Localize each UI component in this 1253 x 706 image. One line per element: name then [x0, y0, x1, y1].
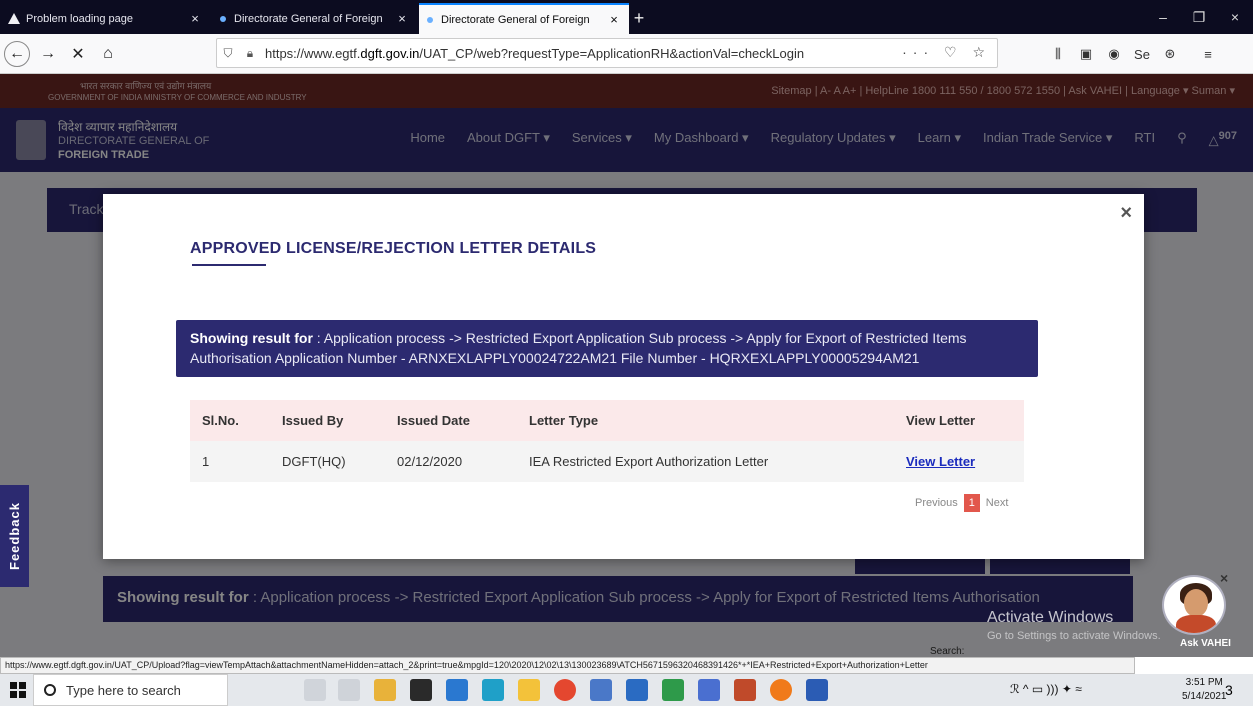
loading-dot-icon	[220, 15, 226, 22]
back-button[interactable]: ←	[4, 41, 30, 67]
excel-icon[interactable]	[662, 679, 684, 701]
firefox-icon[interactable]	[770, 679, 792, 701]
col-slno: Sl.No.	[190, 400, 270, 441]
taskbar-search-placeholder: Type here to search	[66, 682, 181, 698]
lock-icon: 🔒︎	[246, 45, 254, 60]
app-icon[interactable]	[590, 679, 612, 701]
clock-date: 5/14/2021	[1182, 691, 1227, 702]
tab-dgft-active[interactable]: Directorate General of Foreign ×	[419, 3, 629, 34]
shield-app-icon[interactable]	[698, 679, 720, 701]
browser-tab-bar: Problem loading page × Directorate Gener…	[0, 0, 1253, 34]
table-header-row: Sl.No. Issued By Issued Date Letter Type…	[190, 400, 1024, 441]
ie-icon[interactable]	[446, 679, 468, 701]
url-actions[interactable]: ··· ♡ ☆	[902, 44, 991, 61]
status-url-bar: https://www.egtf.dgft.gov.in/UAT_CP/Uplo…	[0, 657, 1135, 674]
col-issued-by: Issued By	[270, 400, 385, 441]
feedback-tab[interactable]: Feedback	[0, 485, 29, 587]
sidebar-icon[interactable]: ▣	[1073, 41, 1099, 67]
table-row: 1 DGFT(HQ) 02/12/2020 IEA Restricted Exp…	[190, 441, 1024, 482]
warning-icon	[8, 13, 20, 24]
selenium-icon[interactable]: Se	[1129, 41, 1155, 67]
cell-slno: 1	[190, 441, 270, 482]
stop-button[interactable]: ✕	[64, 40, 92, 68]
start-button[interactable]	[10, 682, 26, 698]
new-tab-button[interactable]: +	[629, 3, 649, 34]
app-icon[interactable]	[734, 679, 756, 701]
taskbar-search[interactable]: Type here to search	[33, 674, 228, 706]
clock[interactable]: 3:51 PM 5/14/2021	[1182, 676, 1227, 704]
clock-time: 3:51 PM	[1185, 677, 1223, 688]
menu-icon[interactable]: ≡	[1195, 41, 1221, 67]
letter-details-modal: × APPROVED LICENSE/REJECTION LETTER DETA…	[103, 194, 1144, 559]
result-summary: Showing result for : Application process…	[176, 320, 1038, 377]
modal-close-button[interactable]: ×	[1120, 202, 1132, 225]
edge-icon[interactable]	[482, 679, 504, 701]
tab-title: Directorate General of Foreign	[441, 13, 590, 26]
cell-issued-by: DGFT(HQ)	[270, 441, 385, 482]
shield-icon: ⛉	[223, 45, 233, 60]
forward-button[interactable]: →	[34, 40, 62, 68]
task-view-icon[interactable]	[338, 679, 360, 701]
vahei-avatar[interactable]	[1162, 575, 1226, 635]
notification-center-icon[interactable]: 3	[1225, 682, 1233, 698]
pagination: Previous 1 Next	[915, 494, 1008, 512]
pager-previous[interactable]: Previous	[915, 497, 958, 509]
file-explorer-icon[interactable]	[518, 679, 540, 701]
title-underline	[192, 264, 266, 266]
pager-page-1[interactable]: 1	[963, 494, 980, 512]
word-icon[interactable]	[806, 679, 828, 701]
tab-problem-loading[interactable]: Problem loading page ×	[0, 3, 210, 34]
vscode-icon[interactable]	[626, 679, 648, 701]
loading-dot-icon	[427, 16, 433, 23]
library-icon[interactable]: ⫼	[1045, 41, 1071, 67]
col-issued-date: Issued Date	[385, 400, 517, 441]
url-bar[interactable]: ⛉ 🔒︎ https://www.egtf.dgft.gov.in/UAT_CP…	[216, 38, 998, 68]
ask-vahei-label[interactable]: Ask VAHEI	[1180, 638, 1231, 649]
cell-letter-type: IEA Restricted Export Authorization Lett…	[517, 441, 894, 482]
tab-dgft-1[interactable]: Directorate General of Foreign ×	[212, 3, 417, 34]
windows-taskbar: Type here to search ℛ ^ ▭ ))) ✦ ≈ 3:51 P…	[0, 674, 1253, 706]
col-view-letter: View Letter	[894, 400, 1024, 441]
view-letter-link[interactable]: View Letter	[906, 454, 975, 469]
modal-title: APPROVED LICENSE/REJECTION LETTER DETAIL…	[190, 240, 597, 257]
cortana-icon	[44, 684, 56, 696]
tab-close-button[interactable]: ×	[395, 11, 409, 26]
letters-table: Sl.No. Issued By Issued Date Letter Type…	[190, 400, 1024, 482]
home-button[interactable]: ⌂	[94, 40, 122, 68]
tab-close-button[interactable]: ×	[607, 12, 621, 27]
extension-icon[interactable]: ◉	[1101, 41, 1127, 67]
addon-icon[interactable]: ⊛	[1157, 41, 1183, 67]
restore-button[interactable]: ❐	[1181, 0, 1217, 34]
activate-windows-title: Activate Windows	[987, 609, 1114, 626]
system-tray[interactable]: ℛ ^ ▭ ))) ✦ ≈	[1010, 682, 1082, 696]
cell-view-letter: View Letter	[894, 441, 1024, 482]
tab-title: Directorate General of Foreign	[234, 12, 383, 25]
mail-icon[interactable]	[410, 679, 432, 701]
col-letter-type: Letter Type	[517, 400, 894, 441]
tab-title: Problem loading page	[26, 12, 134, 25]
cell-issued-date: 02/12/2020	[385, 441, 517, 482]
browser-toolbar: ← → ✕ ⌂ ⛉ 🔒︎ https://www.egtf.dgft.gov.i…	[0, 34, 1253, 74]
close-window-button[interactable]: ×	[1217, 0, 1253, 34]
url-text: https://www.egtf.dgft.gov.in/UAT_CP/web?…	[265, 45, 805, 61]
web-page: भारत सरकार वाणिज्य एवं उद्योग मंत्रालय G…	[0, 74, 1253, 657]
chrome-icon[interactable]	[554, 679, 576, 701]
vahei-close-icon[interactable]: ×	[1220, 570, 1228, 586]
store-icon[interactable]	[374, 679, 396, 701]
tab-close-button[interactable]: ×	[188, 11, 202, 26]
minimize-button[interactable]: –	[1145, 0, 1181, 34]
activate-windows-subtitle: Go to Settings to activate Windows.	[987, 630, 1161, 642]
mic-icon[interactable]	[304, 679, 326, 701]
pager-next[interactable]: Next	[986, 497, 1009, 509]
